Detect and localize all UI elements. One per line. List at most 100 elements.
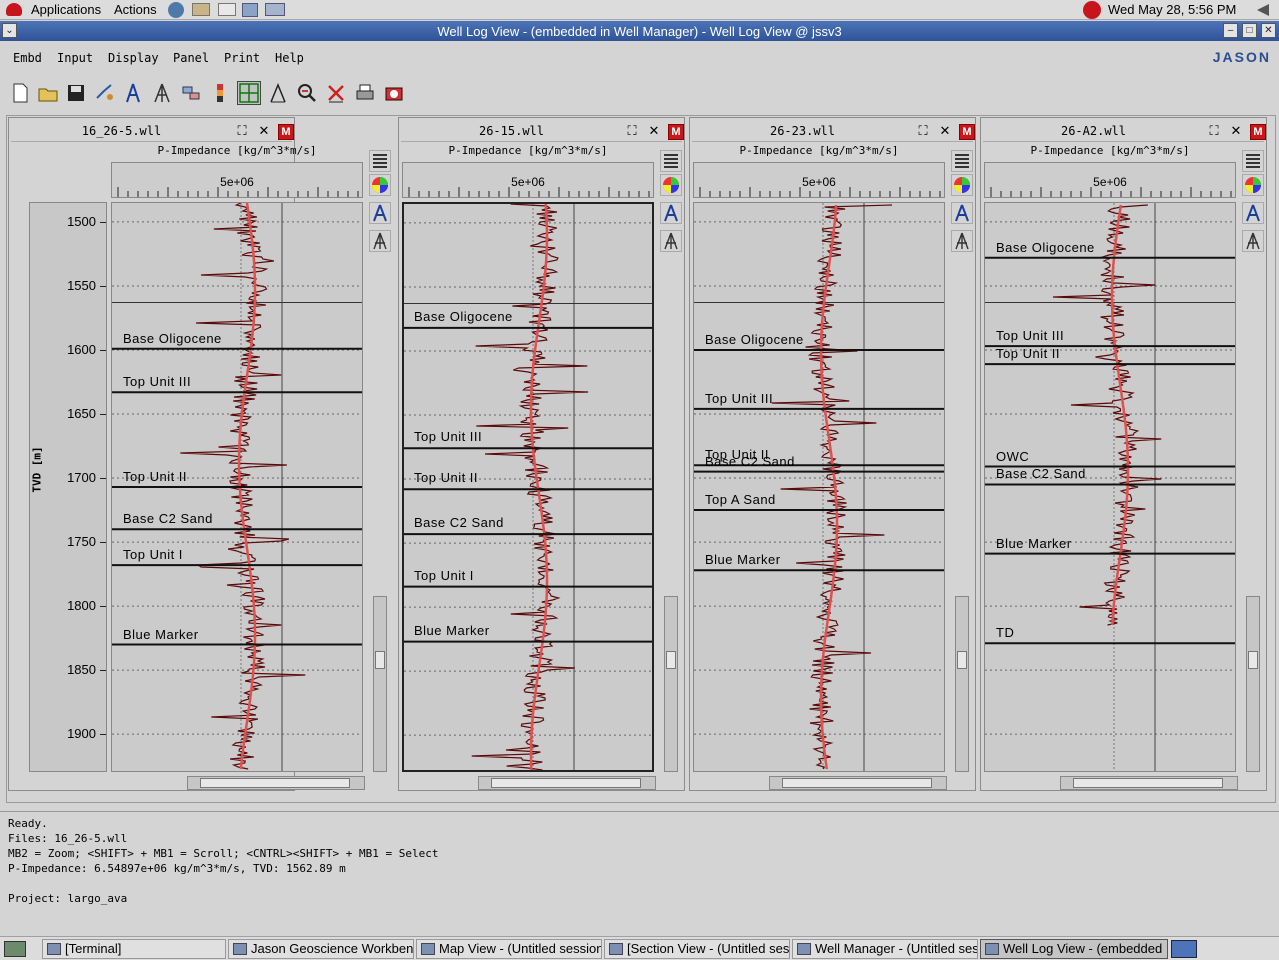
task-terminal[interactable]: [Terminal] [42, 939, 226, 959]
horizon-label[interactable]: Top Unit II [414, 470, 478, 485]
scroll-thumb[interactable] [1073, 778, 1223, 788]
close-panel-icon[interactable]: ✕ [1228, 124, 1244, 140]
maximize-panel-icon[interactable]: ⛶ [234, 124, 250, 140]
track-list-icon[interactable] [1242, 150, 1264, 172]
marker-m-icon[interactable]: M [278, 124, 294, 140]
horizon-label[interactable]: Top Unit III [705, 391, 773, 406]
well-icon[interactable] [660, 202, 682, 224]
scroll-thumb[interactable] [1248, 651, 1258, 669]
alert-icon[interactable] [1083, 1, 1101, 19]
vertical-scrollbar[interactable] [1246, 596, 1260, 772]
well-split-icon[interactable] [660, 230, 682, 252]
horizon-label[interactable]: Base Oligocene [414, 309, 513, 324]
log-track[interactable] [984, 202, 1236, 772]
track-list-icon[interactable] [369, 150, 391, 172]
color-bar-icon[interactable] [208, 81, 232, 105]
track-list-icon[interactable] [951, 150, 973, 172]
save-icon[interactable] [64, 81, 88, 105]
horizon-label[interactable]: Base Oligocene [705, 332, 804, 347]
well-icon[interactable] [1242, 202, 1264, 224]
scroll-thumb[interactable] [375, 651, 385, 669]
layers-icon[interactable] [179, 81, 203, 105]
well-icon[interactable] [121, 81, 145, 105]
printer-icon[interactable] [265, 3, 285, 16]
horizon-label[interactable]: Top Unit III [123, 374, 191, 389]
vertical-scrollbar[interactable] [955, 596, 969, 772]
close-window-button[interactable]: ✕ [1261, 23, 1276, 38]
log-track[interactable] [402, 202, 654, 772]
vertical-scrollbar[interactable] [373, 596, 387, 772]
maximize-panel-icon[interactable]: ⛶ [915, 124, 931, 140]
close-panel-icon[interactable]: ✕ [937, 124, 953, 140]
redhat-icon[interactable] [6, 3, 22, 16]
browser-icon[interactable] [168, 2, 184, 18]
well-split-icon[interactable] [1242, 230, 1264, 252]
horizon-label[interactable]: Top Unit II [123, 469, 187, 484]
horizon-label[interactable]: Top Unit I [123, 547, 183, 562]
task-well-manager[interactable]: Well Manager - (Untitled session) [792, 939, 978, 959]
presentation-icon[interactable] [242, 3, 258, 17]
task-well-log-view[interactable]: Well Log View - (embedded [980, 939, 1168, 959]
task-jason-workbench[interactable]: Jason Geoscience Workbench [228, 939, 414, 959]
horizon-label[interactable]: Base C2 Sand [705, 454, 795, 469]
horizon-label[interactable]: OWC [996, 449, 1029, 464]
well-icon[interactable] [951, 202, 973, 224]
horizon-label[interactable]: Top Unit III [996, 328, 1064, 343]
open-folder-icon[interactable] [36, 81, 60, 105]
close-panel-icon[interactable]: ✕ [256, 124, 272, 140]
window-titlebar[interactable]: ⌄ Well Log View - (embedded in Well Mana… [0, 21, 1279, 41]
actions-menu[interactable]: Actions [114, 2, 157, 17]
delete-icon[interactable] [324, 81, 348, 105]
mail-icon[interactable] [192, 3, 210, 16]
menu-print[interactable]: Print [224, 51, 260, 65]
well-split-icon[interactable] [369, 230, 391, 252]
new-file-icon[interactable] [8, 81, 32, 105]
log-track[interactable] [693, 202, 945, 772]
log-track[interactable] [111, 202, 363, 772]
well-icon[interactable] [369, 202, 391, 224]
horizon-label[interactable]: TD [996, 625, 1014, 640]
marker-m-icon[interactable]: M [668, 124, 684, 140]
link-icon[interactable] [93, 81, 117, 105]
maximize-panel-icon[interactable]: ⛶ [624, 124, 640, 140]
horizon-label[interactable]: Blue Marker [996, 536, 1072, 551]
horizon-label[interactable]: Blue Marker [705, 552, 781, 567]
menu-panel[interactable]: Panel [173, 51, 209, 65]
color-wheel-icon[interactable] [660, 174, 682, 196]
horizon-label[interactable]: Base C2 Sand [123, 511, 213, 526]
horizon-label[interactable]: Base Oligocene [123, 331, 222, 346]
menu-input[interactable]: Input [57, 51, 93, 65]
maximize-panel-icon[interactable]: ⛶ [1206, 124, 1222, 140]
horizontal-scrollbar[interactable] [187, 776, 365, 790]
crosshair-icon[interactable] [237, 81, 261, 105]
marker-m-icon[interactable]: M [959, 124, 975, 140]
horizon-label[interactable]: Base C2 Sand [414, 515, 504, 530]
scroll-thumb[interactable] [782, 778, 932, 788]
horizontal-scrollbar[interactable] [1060, 776, 1238, 790]
clock[interactable]: Wed May 28, 5:56 PM [1108, 2, 1236, 17]
horizon-label[interactable]: Blue Marker [123, 627, 199, 642]
color-wheel-icon[interactable] [951, 174, 973, 196]
print-icon[interactable] [353, 81, 377, 105]
well-split-icon[interactable] [150, 81, 174, 105]
horizon-label[interactable]: Top Unit II [996, 346, 1060, 361]
zoom-out-icon[interactable] [295, 81, 319, 105]
horizontal-scrollbar[interactable] [478, 776, 656, 790]
show-desktop-icon[interactable] [4, 941, 26, 957]
color-wheel-icon[interactable] [369, 174, 391, 196]
maximize-button[interactable]: □ [1242, 23, 1257, 38]
track-list-icon[interactable] [660, 150, 682, 172]
close-panel-icon[interactable]: ✕ [646, 124, 662, 140]
volume-icon[interactable] [1257, 4, 1269, 16]
task-section-view[interactable]: [Section View - (Untitled session)] [604, 939, 790, 959]
vertical-scrollbar[interactable] [664, 596, 678, 772]
scroll-thumb[interactable] [200, 778, 350, 788]
horizon-label[interactable]: Top Unit III [414, 429, 482, 444]
horizon-label[interactable]: Base Oligocene [996, 240, 1095, 255]
horizon-label[interactable]: Top Unit I [414, 568, 474, 583]
horizon-label[interactable]: Base C2 Sand [996, 466, 1086, 481]
horizontal-scrollbar[interactable] [769, 776, 947, 790]
scroll-thumb[interactable] [957, 651, 967, 669]
horizon-label[interactable]: Top A Sand [705, 492, 776, 507]
menu-embd[interactable]: Embd [13, 51, 42, 65]
